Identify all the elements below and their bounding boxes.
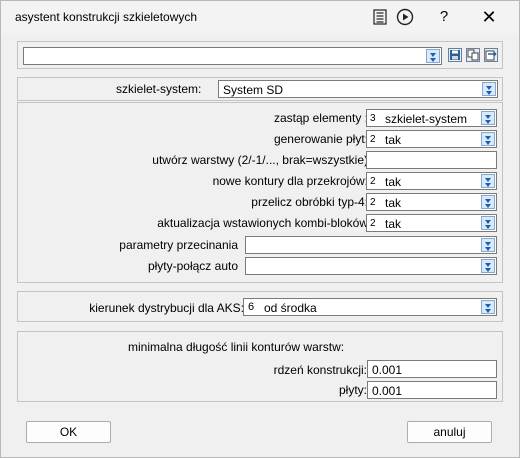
- help-button[interactable]: ?: [433, 5, 455, 27]
- plyty-polacz-label: płyty-połącz auto: [147, 259, 238, 273]
- chevron-down-icon[interactable]: [481, 300, 495, 314]
- save-icon[interactable]: [448, 48, 462, 62]
- close-button[interactable]: ✕: [478, 6, 500, 28]
- przecinania-dropdown[interactable]: [245, 236, 497, 254]
- obrobki-dropdown[interactable]: 2 tak: [366, 193, 497, 211]
- chevron-down-icon[interactable]: [482, 82, 496, 96]
- kontury-dropdown[interactable]: 2 tak: [366, 172, 497, 190]
- system-dropdown[interactable]: System SD: [218, 80, 498, 98]
- aks-label: kierunek dystrybucji dla AKS:: [89, 301, 244, 315]
- kontury-label: nowe kontury dla przekrojów:: [212, 174, 368, 188]
- title-bar: asystent konstrukcji szkieletowych ? ✕: [1, 1, 519, 33]
- zastap-dropdown[interactable]: 3 szkielet-system: [366, 109, 497, 127]
- aks-dropdown[interactable]: 6 od środka: [243, 298, 497, 316]
- dialog-window: asystent konstrukcji szkieletowych ? ✕ s…: [0, 0, 520, 458]
- cancel-button[interactable]: anuluj: [407, 421, 492, 443]
- chevron-down-icon[interactable]: [481, 216, 495, 230]
- zastap-label: zastąp elementy :: [273, 111, 368, 125]
- chevron-down-icon[interactable]: [481, 132, 495, 146]
- plyty-input[interactable]: 0.001: [367, 381, 497, 399]
- chevron-down-icon[interactable]: [481, 111, 495, 125]
- path-dropdown[interactable]: [23, 47, 442, 65]
- warstwy-label: utwórz warstwy (2/-1/..., brak=wszystkie…: [152, 153, 368, 167]
- chevron-down-icon[interactable]: [481, 238, 495, 252]
- window-title: asystent konstrukcji szkieletowych: [15, 10, 198, 24]
- generowanie-dropdown[interactable]: 2 tak: [366, 130, 497, 148]
- chevron-down-icon[interactable]: [481, 195, 495, 209]
- kombi-label: aktualizacja wstawionych kombi-bloków: [157, 216, 368, 230]
- document-list-icon[interactable]: [369, 6, 391, 28]
- parameters-group: zastąp elementy : 3 szkielet-system gene…: [17, 102, 503, 283]
- warstwy-input[interactable]: [366, 151, 497, 169]
- rdzen-input[interactable]: 0.001: [367, 360, 497, 378]
- rdzen-label: rdzeń konstrukcji:: [273, 363, 367, 377]
- minimal-length-group: minimalna długość linii konturów warstw:…: [17, 331, 503, 402]
- chevron-down-icon[interactable]: [481, 174, 495, 188]
- aks-group: kierunek dystrybucji dla AKS: 6 od środk…: [17, 291, 503, 322]
- path-group: [17, 41, 503, 69]
- play-icon[interactable]: [394, 6, 416, 28]
- chevron-down-icon[interactable]: [426, 49, 440, 63]
- export-icon[interactable]: [484, 48, 498, 62]
- obrobki-label: przelicz obróbki typ-4:: [251, 195, 368, 209]
- plyty-polacz-dropdown[interactable]: [245, 257, 497, 275]
- copy-icon[interactable]: [466, 48, 480, 62]
- system-group: szkielet-system: System SD: [17, 77, 503, 101]
- plyty-label: płyty:: [338, 383, 367, 397]
- ok-button[interactable]: OK: [26, 421, 111, 443]
- generowanie-label: generowanie płyt:: [273, 132, 368, 146]
- minimal-heading: minimalna długość linii konturów warstw:: [128, 340, 345, 354]
- kombi-dropdown[interactable]: 2 tak: [366, 214, 497, 232]
- chevron-down-icon[interactable]: [481, 259, 495, 273]
- system-label: szkielet-system:: [116, 82, 202, 96]
- przecinania-label: parametry przecinania: [119, 238, 238, 252]
